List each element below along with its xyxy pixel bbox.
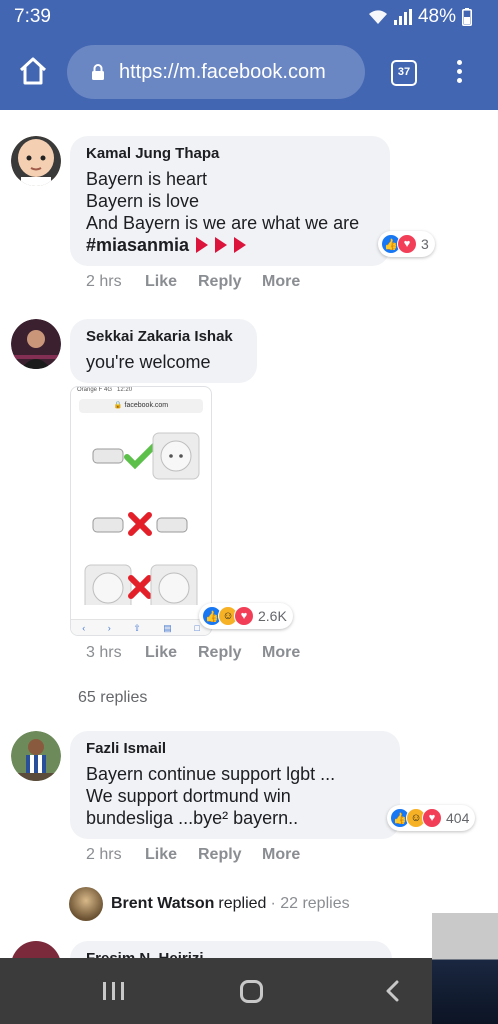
comment-bubble[interactable]: Sekkai Zakaria Ishak you're welcome bbox=[70, 319, 257, 383]
comment-time[interactable]: 2 hrs bbox=[86, 846, 145, 864]
comment-time[interactable]: 2 hrs bbox=[86, 273, 145, 291]
system-nav-bar bbox=[0, 958, 498, 1024]
like-button[interactable]: Like bbox=[145, 846, 198, 864]
nepal-flag-icon bbox=[234, 237, 247, 253]
battery-percent: 48% bbox=[417, 6, 456, 27]
comment-time[interactable]: 3 hrs bbox=[86, 644, 145, 662]
browser-header: 7:39 48% https://m.facebook.com 37 bbox=[0, 0, 498, 110]
status-time: 7:39 bbox=[14, 6, 51, 27]
comment-author[interactable]: Sekkai Zakaria Ishak bbox=[86, 328, 241, 345]
phone-nav: ‹ › ⇧ ▤ □ bbox=[71, 619, 211, 635]
comment-author[interactable]: Fazli Ismail bbox=[86, 740, 384, 757]
tabs-icon[interactable]: 37 bbox=[391, 60, 417, 86]
nav-home-icon[interactable] bbox=[240, 980, 263, 1003]
comment-image-attachment[interactable]: Orange F 4G 12:20 🔒 facebook.com ‹ › ⇧ ▤ □ bbox=[70, 386, 212, 636]
nepal-flag-icon bbox=[215, 237, 228, 253]
avatar bbox=[69, 887, 103, 921]
menu-icon[interactable] bbox=[452, 60, 466, 86]
comment-bubble[interactable]: Fazli Ismail Bayern continue support lgb… bbox=[70, 731, 400, 839]
more-button[interactable]: More bbox=[262, 644, 300, 662]
more-button[interactable]: More bbox=[262, 846, 300, 864]
home-icon[interactable] bbox=[18, 56, 48, 86]
phone-status: Orange F 4G 12:20 bbox=[77, 387, 133, 393]
recent-apps-icon[interactable] bbox=[103, 982, 124, 1000]
reply-label: replied bbox=[218, 895, 267, 912]
comment-text: Bayern is heart Bayern is love And Bayer… bbox=[86, 169, 360, 255]
status-icons: 48% bbox=[368, 6, 472, 28]
avatar[interactable] bbox=[11, 319, 61, 369]
floating-video-thumbnail[interactable] bbox=[432, 913, 498, 1024]
phone-url: 🔒 facebook.com bbox=[79, 399, 203, 413]
reply-preview[interactable]: Brent Watson replied · 22 replies bbox=[69, 887, 350, 921]
lock-icon bbox=[92, 64, 104, 80]
reply-button[interactable]: Reply bbox=[198, 644, 262, 662]
view-replies-link[interactable]: 65 replies bbox=[78, 689, 147, 707]
hashtag-link[interactable]: #miasanmia bbox=[86, 235, 189, 255]
love-reaction-icon: ♥ bbox=[234, 606, 254, 626]
comment-actions: 3 hrs Like Reply More bbox=[86, 644, 300, 662]
reaction-count: 2.6K bbox=[258, 608, 287, 624]
avatar[interactable] bbox=[11, 136, 61, 186]
reply-button[interactable]: Reply bbox=[198, 846, 262, 864]
comment-text: you're welcome bbox=[86, 352, 211, 372]
url-bar[interactable]: https://m.facebook.com bbox=[67, 45, 365, 99]
reply-count: · 22 replies bbox=[270, 895, 350, 912]
reaction-count: 3 bbox=[421, 236, 429, 252]
plug-socket-illustration bbox=[84, 432, 200, 612]
wifi-icon bbox=[368, 10, 387, 24]
reply-button[interactable]: Reply bbox=[198, 273, 262, 291]
like-button[interactable]: Like bbox=[145, 273, 198, 291]
back-icon[interactable] bbox=[382, 980, 404, 1002]
comment-bubble[interactable]: Kamal Jung Thapa Bayern is heart Bayern … bbox=[70, 136, 390, 266]
battery-icon bbox=[462, 8, 472, 26]
reply-author[interactable]: Brent Watson bbox=[111, 895, 214, 913]
comment-actions: 2 hrs Like Reply More bbox=[86, 846, 300, 864]
reactions-summary[interactable]: 👍 ☺ ♥ 404 bbox=[387, 805, 476, 831]
comment-text: Bayern continue support lgbt ... We supp… bbox=[86, 764, 336, 828]
avatar[interactable] bbox=[11, 731, 61, 781]
love-reaction-icon: ♥ bbox=[422, 808, 442, 828]
like-button[interactable]: Like bbox=[145, 644, 198, 662]
reactions-summary[interactable]: 👍 ☺ ♥ 2.6K bbox=[199, 603, 293, 629]
more-button[interactable]: More bbox=[262, 273, 300, 291]
comment-author[interactable]: Kamal Jung Thapa bbox=[86, 145, 374, 162]
reactions-summary[interactable]: 👍 ♥ 3 bbox=[378, 231, 435, 257]
signal-icon bbox=[393, 9, 412, 25]
url-text: https://m.facebook.com bbox=[119, 61, 326, 83]
nepal-flag-icon bbox=[196, 237, 209, 253]
comment-actions: 2 hrs Like Reply More bbox=[86, 273, 300, 291]
reaction-count: 404 bbox=[446, 810, 470, 826]
love-reaction-icon: ♥ bbox=[397, 234, 417, 254]
